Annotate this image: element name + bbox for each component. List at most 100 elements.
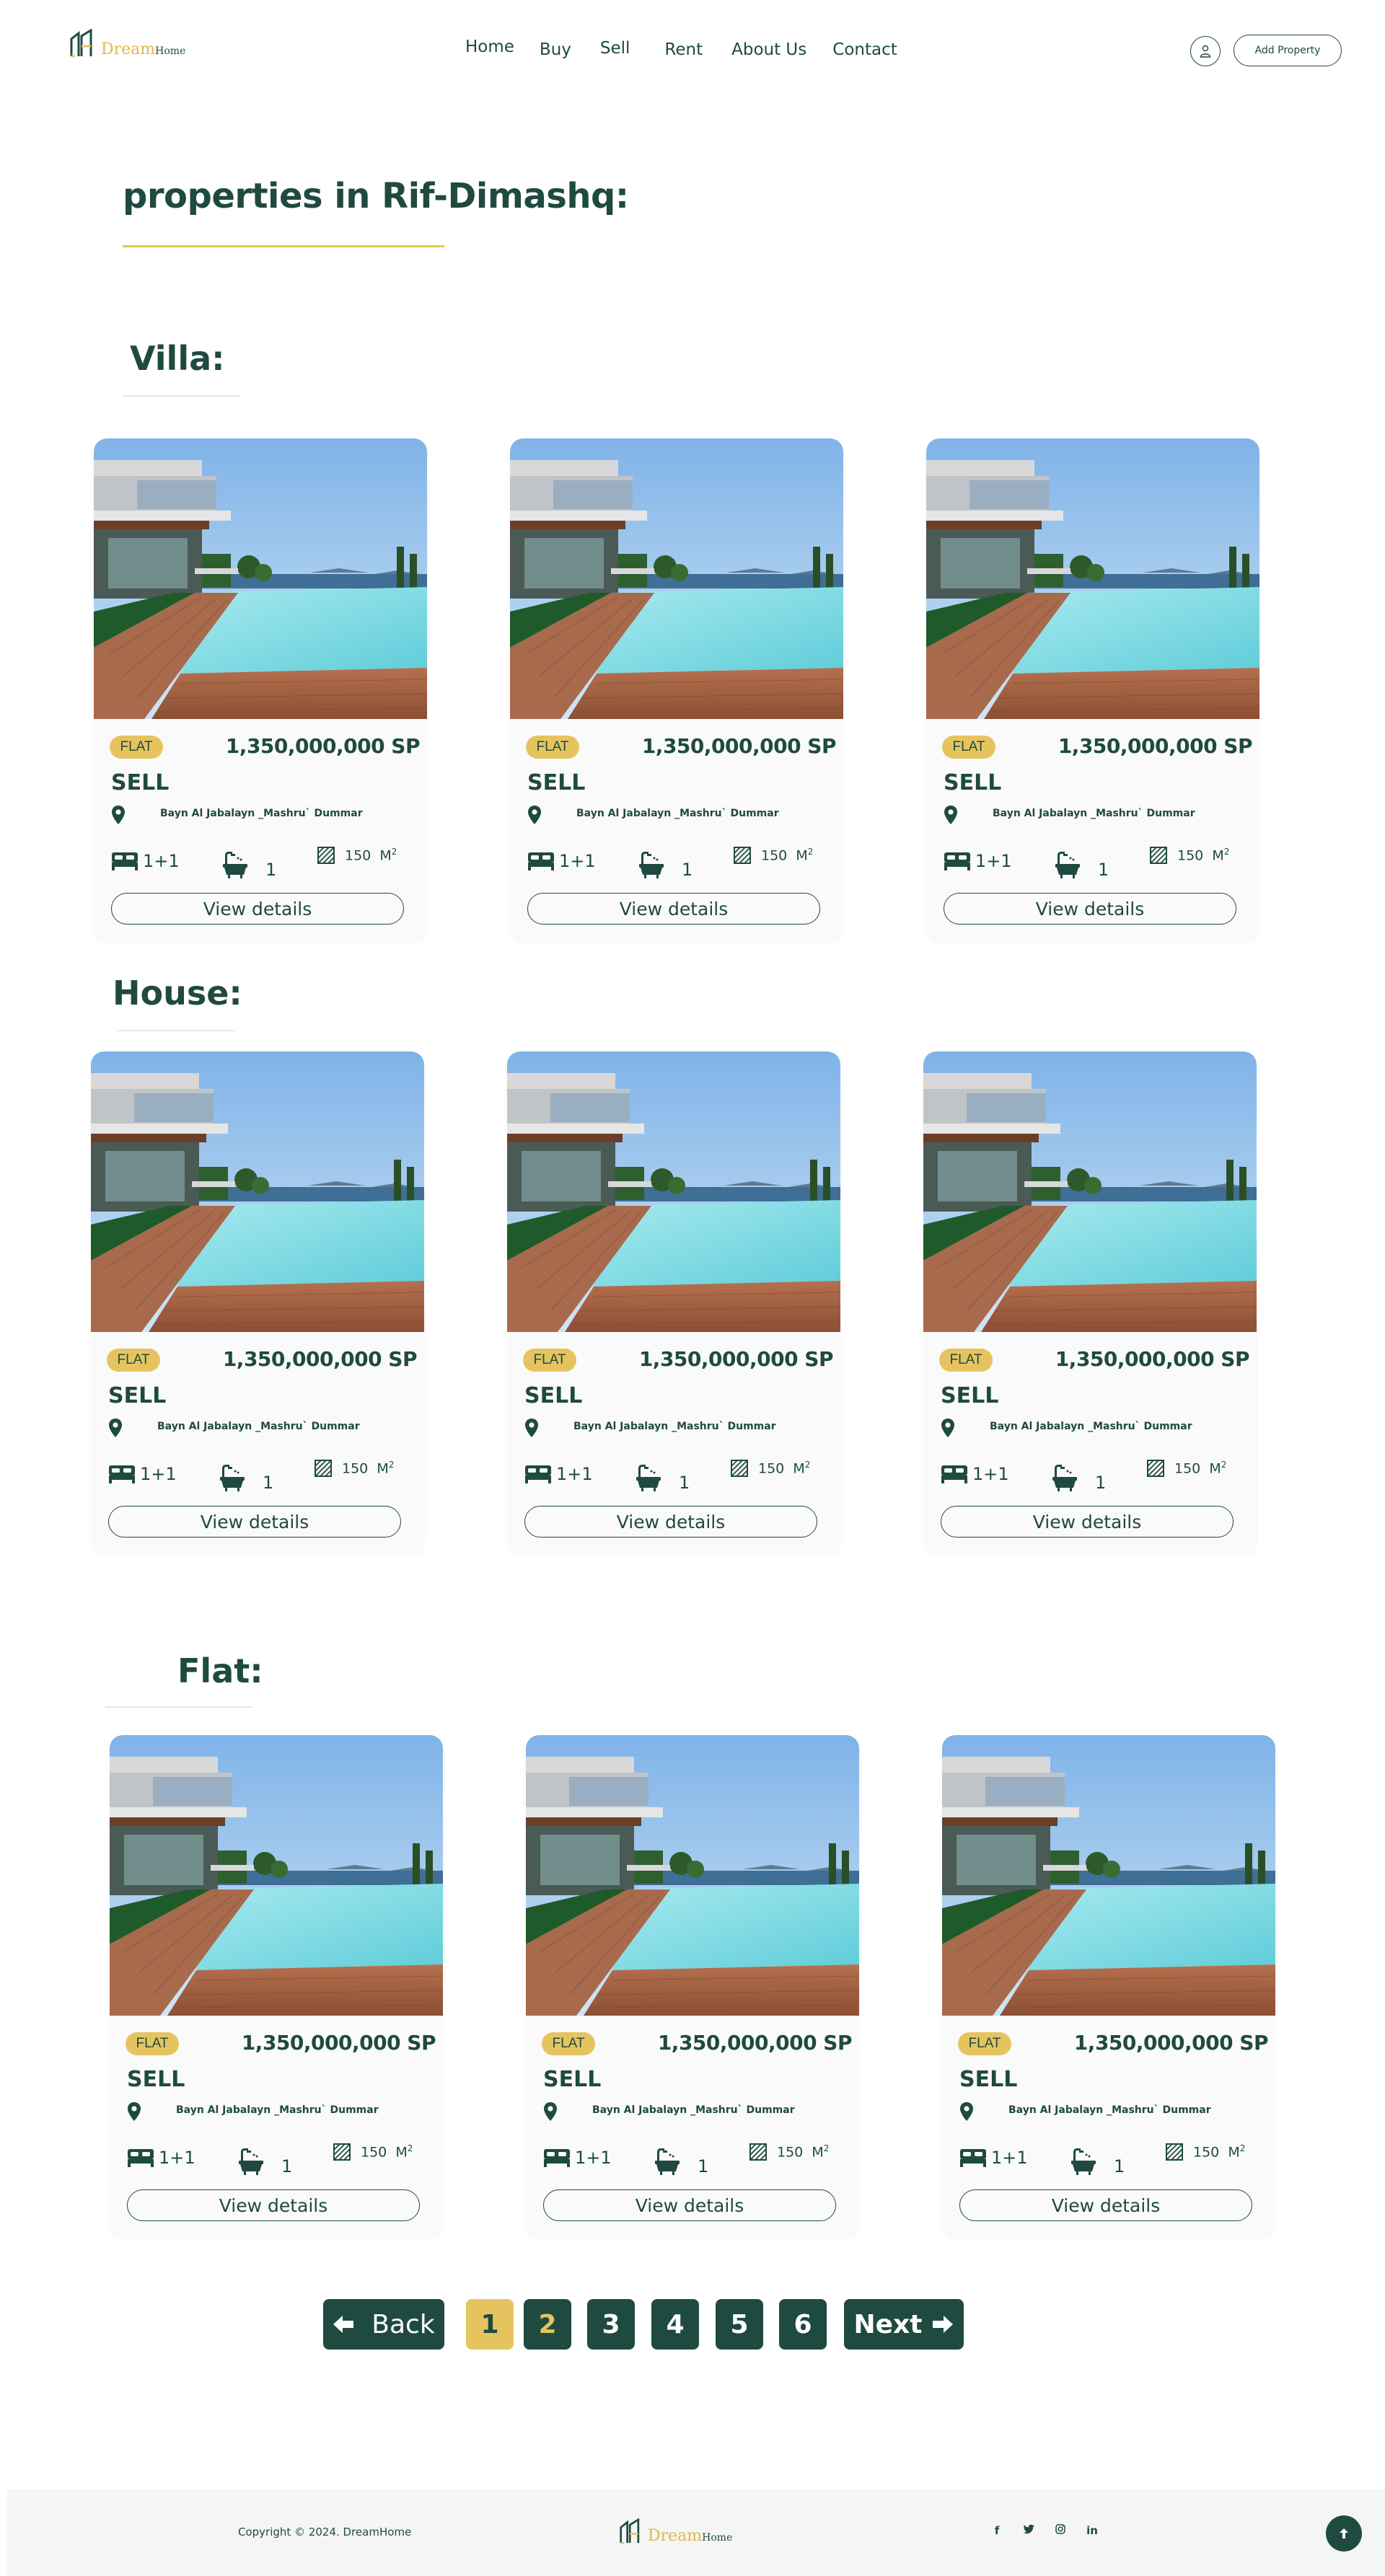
page-6-button[interactable]: 6 (779, 2299, 827, 2350)
main-nav: Home Buy Sell Rent About Us Contact (465, 38, 897, 59)
location-pin-icon (528, 806, 541, 824)
page-2-button[interactable]: 2 (524, 2299, 571, 2350)
property-image[interactable] (507, 1051, 840, 1332)
property-type-badge: FLAT (942, 736, 995, 759)
view-details-button[interactable]: View details (543, 2189, 836, 2221)
deal-type: SELL (527, 770, 586, 795)
price: 1,350,000,000 SP (638, 1347, 834, 1371)
view-details-button[interactable]: View details (127, 2189, 420, 2221)
logo[interactable]: DreamHome (69, 29, 185, 58)
title-underline (123, 245, 444, 247)
property-image[interactable] (91, 1051, 424, 1332)
area-value: 150 M2 (1177, 847, 1230, 864)
bedrooms-feature: 1+1 (543, 2148, 612, 2168)
location-text: Bayn Al Jabalayn _Mashru` Dummar (160, 808, 363, 819)
nav-buy[interactable]: Buy (540, 40, 571, 59)
facebook-icon[interactable]: f (981, 2524, 1013, 2537)
area-value: 150 M2 (777, 2143, 830, 2161)
bedrooms-value: 1+1 (140, 1464, 177, 1484)
bathrooms-value: 1 (265, 860, 277, 880)
bathrooms-value: 1 (1114, 2156, 1125, 2176)
property-image[interactable] (923, 1051, 1257, 1332)
deal-type: SELL (127, 2067, 185, 2092)
area-icon (749, 2143, 767, 2161)
bedrooms-feature: 1+1 (527, 851, 596, 871)
villa-photo (923, 1051, 1257, 1332)
scroll-to-top-button[interactable] (1326, 2515, 1362, 2551)
area-feature: 150 M2 (731, 1460, 810, 1477)
page-3-button[interactable]: 3 (587, 2299, 635, 2350)
property-image[interactable] (94, 438, 427, 719)
twitter-icon[interactable] (1013, 2524, 1045, 2537)
deal-type: SELL (944, 770, 1002, 795)
bed-icon (544, 2149, 570, 2167)
view-details-button[interactable]: View details (527, 893, 820, 925)
bathtub-icon (220, 1465, 245, 1491)
location-pin-icon (944, 806, 957, 824)
nav-rent[interactable]: Rent (664, 40, 703, 59)
section-divider (123, 395, 241, 397)
bedrooms-feature: 1+1 (944, 851, 1012, 871)
property-type-badge: FLAT (958, 2032, 1011, 2055)
property-card: FLAT 1,350,000,000 SP SELL Bayn Al Jabal… (507, 1051, 840, 1554)
property-image[interactable] (110, 1735, 443, 2016)
location-pin-icon (960, 2102, 973, 2121)
page-1-button[interactable]: 1 (466, 2299, 514, 2350)
property-image[interactable] (942, 1735, 1275, 2016)
view-details-button[interactable]: View details (941, 1506, 1234, 1538)
page-5-button[interactable]: 5 (716, 2299, 763, 2350)
view-details-button[interactable]: View details (959, 2189, 1252, 2221)
property-image[interactable] (526, 1735, 859, 2016)
instagram-icon[interactable] (1045, 2524, 1076, 2537)
price: 1,350,000,000 SP (222, 1347, 418, 1371)
bedrooms-feature: 1+1 (127, 2148, 195, 2168)
nav-contact[interactable]: Contact (832, 40, 897, 59)
view-details-button[interactable]: View details (524, 1506, 817, 1538)
price: 1,350,000,000 SP (241, 2031, 436, 2055)
villa-photo (110, 1735, 443, 2016)
bed-icon (528, 852, 554, 870)
area-value: 150 M2 (1174, 1460, 1227, 1477)
property-card: FLAT 1,350,000,000 SP SELL Bayn Al Jabal… (526, 1735, 859, 2238)
user-account-button[interactable] (1190, 36, 1221, 66)
deal-type: SELL (941, 1383, 999, 1408)
back-label: Back (371, 2309, 435, 2339)
property-image[interactable] (510, 438, 843, 719)
page-title: properties in Rif-Dimashq: (123, 176, 629, 216)
property-card: FLAT 1,350,000,000 SP SELL Bayn Al Jabal… (923, 1051, 1257, 1554)
view-details-button[interactable]: View details (108, 1506, 401, 1538)
view-details-button[interactable]: View details (944, 893, 1236, 925)
property-type-badge: FLAT (523, 1349, 576, 1372)
page-4-button[interactable]: 4 (651, 2299, 699, 2350)
property-card: FLAT 1,350,000,000 SP SELL Bayn Al Jabal… (91, 1051, 424, 1554)
bedrooms-value: 1+1 (159, 2148, 195, 2168)
logo-house-icon (620, 2518, 640, 2544)
add-property-button[interactable]: Add Property (1234, 35, 1342, 66)
area-icon (315, 1460, 332, 1477)
bathrooms-value: 1 (263, 1473, 274, 1493)
bed-icon (128, 2149, 154, 2167)
bedrooms-value: 1+1 (991, 2148, 1028, 2168)
next-button[interactable]: Next (844, 2299, 964, 2350)
bathrooms-feature: 1 (238, 2148, 292, 2176)
nav-home[interactable]: Home (465, 38, 514, 59)
back-button[interactable]: Back (323, 2299, 444, 2350)
area-icon (731, 1460, 748, 1477)
nav-about-us[interactable]: About Us (731, 40, 806, 59)
view-details-button[interactable]: View details (111, 893, 404, 925)
area-icon (317, 847, 335, 864)
property-type-badge: FLAT (110, 736, 163, 759)
footer-logo[interactable]: DreamHome (619, 2518, 732, 2544)
deal-type: SELL (959, 2067, 1018, 2092)
area-icon (1166, 2143, 1183, 2161)
section-heading-house: House: (113, 974, 242, 1013)
area-icon (333, 2143, 351, 2161)
location-pin-icon (112, 806, 125, 824)
property-type-badge: FLAT (107, 1349, 160, 1372)
linkedin-icon[interactable]: in (1076, 2524, 1108, 2537)
nav-sell[interactable]: Sell (600, 39, 630, 59)
deal-type: SELL (543, 2067, 602, 2092)
section-heading-flat: Flat: (177, 1651, 263, 1690)
location-text: Bayn Al Jabalayn _Mashru` Dummar (993, 808, 1195, 819)
property-image[interactable] (926, 438, 1259, 719)
